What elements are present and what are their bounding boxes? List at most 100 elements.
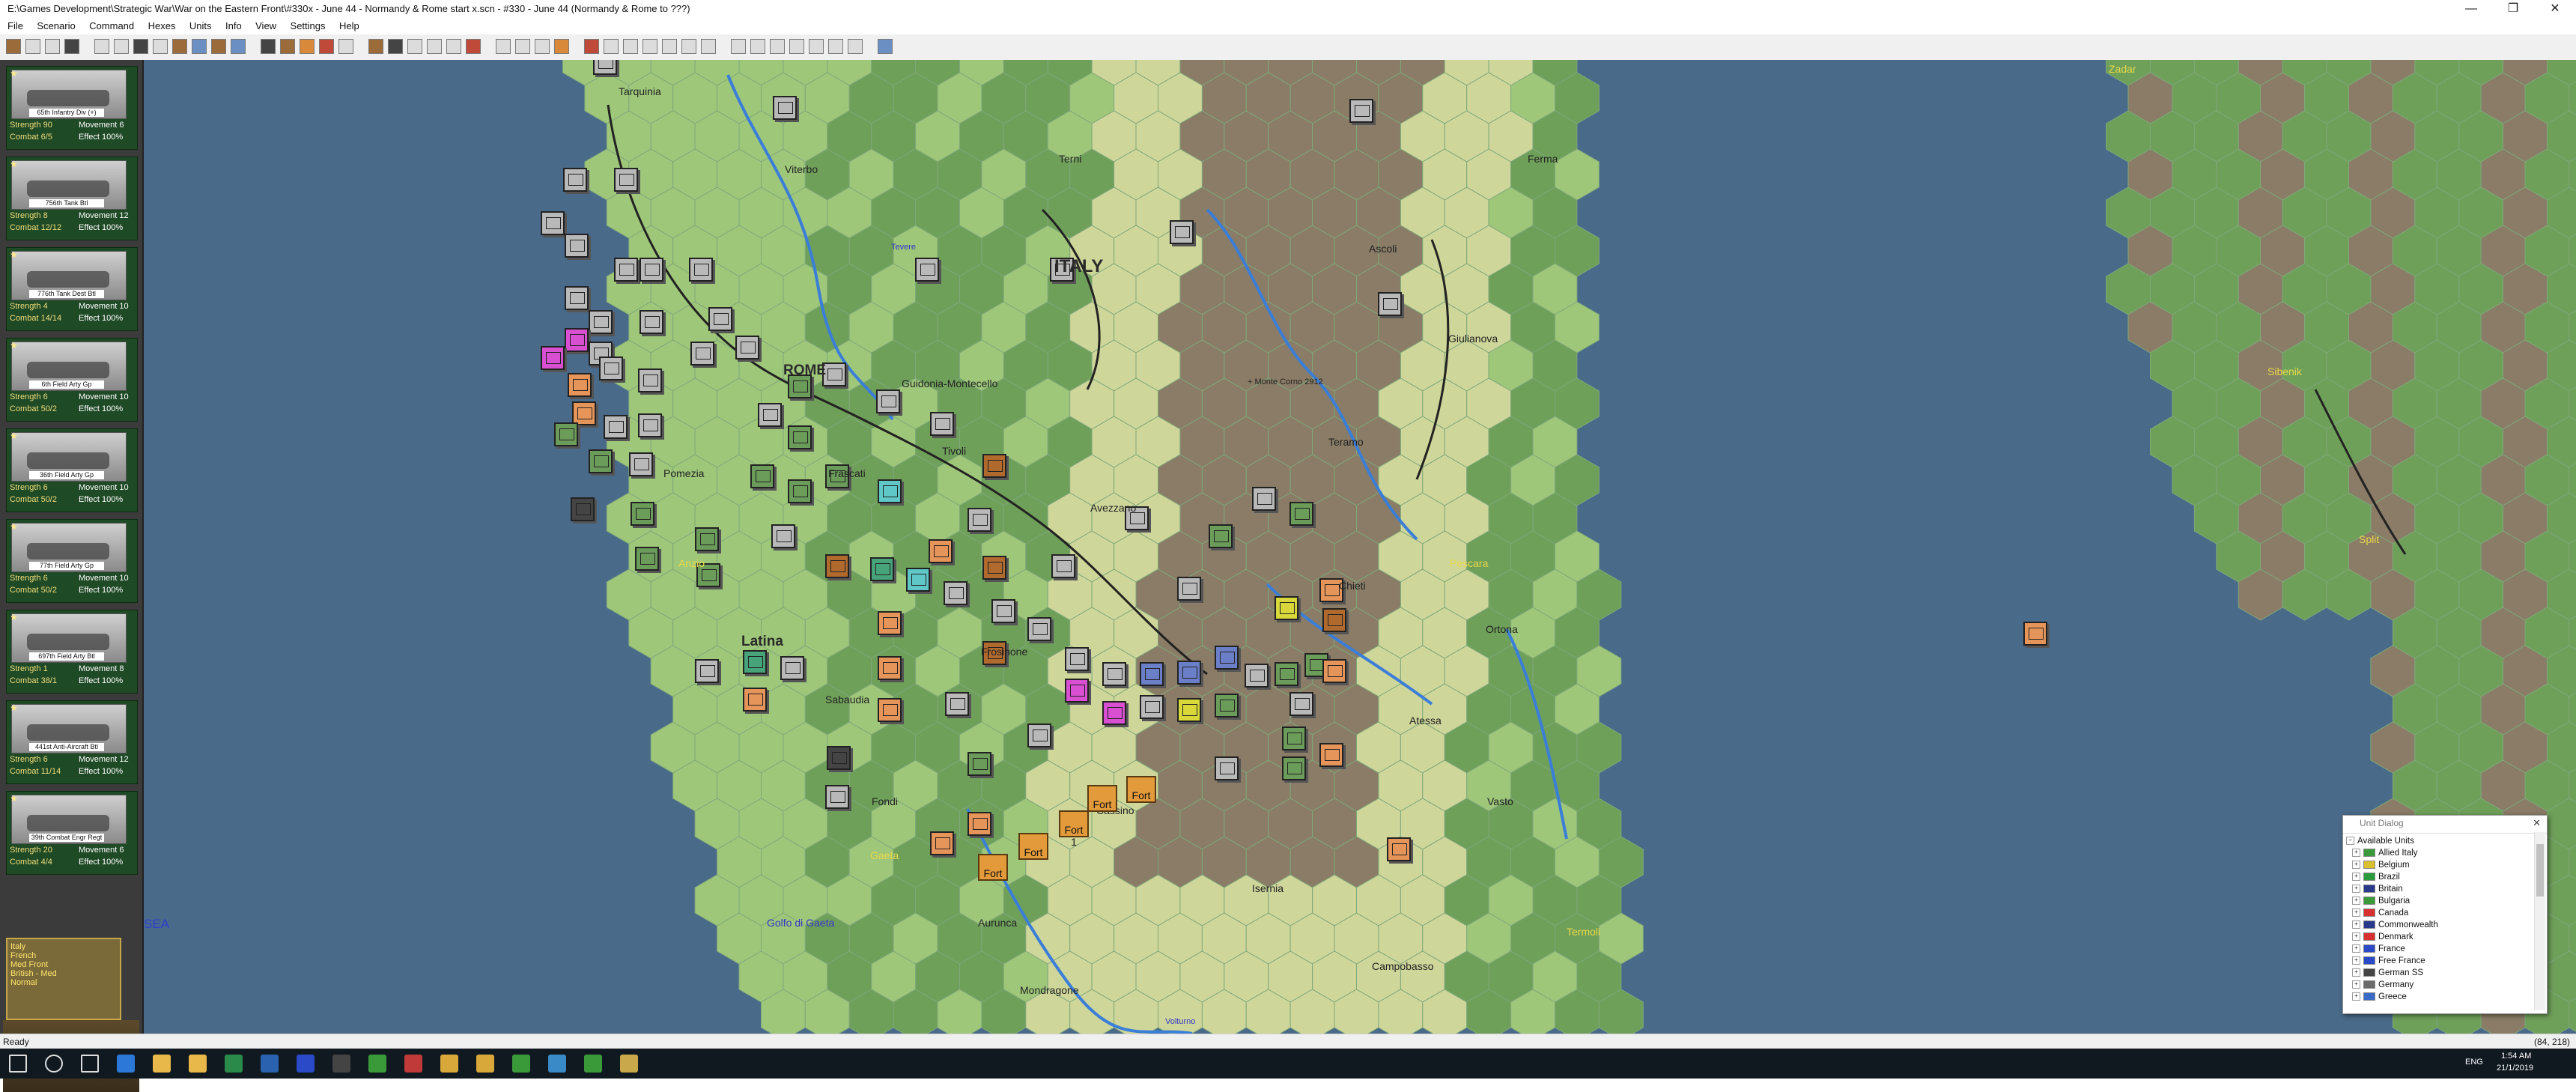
expand-icon[interactable]: +: [2352, 968, 2360, 977]
unit-counter[interactable]: [635, 547, 659, 571]
expand-icon[interactable]: +: [2352, 932, 2360, 941]
unit-counter[interactable]: [689, 258, 713, 282]
minimize-button[interactable]: —: [2450, 0, 2492, 18]
tree-item-nation[interactable]: +Denmark: [2346, 931, 2547, 943]
unit-counter[interactable]: [967, 508, 991, 532]
unit-counter[interactable]: [945, 692, 969, 716]
toolbar-button[interactable]: [338, 39, 353, 54]
toolbar-button[interactable]: [261, 39, 276, 54]
toolbar-button[interactable]: [446, 39, 461, 54]
unit-counter[interactable]: [614, 168, 638, 192]
explorer-icon[interactable]: [189, 1055, 207, 1073]
toolbar-button[interactable]: [604, 39, 619, 54]
toolbar-button[interactable]: [809, 39, 824, 54]
unit-counter[interactable]: [1065, 647, 1089, 671]
unit-counter[interactable]: [1209, 524, 1233, 548]
unit-counter[interactable]: [930, 831, 954, 855]
unit-counter[interactable]: [1177, 698, 1201, 722]
unit-card[interactable]: ★77th Field Arty GpStrength 6Movement 10…: [6, 519, 138, 603]
outlook-icon[interactable]: [261, 1055, 279, 1073]
expand-icon[interactable]: +: [2352, 992, 2360, 1001]
unit-counter[interactable]: [589, 449, 613, 473]
unit-counter[interactable]: [554, 422, 578, 446]
unit-counter[interactable]: [1245, 664, 1269, 688]
toolbar-button[interactable]: [584, 39, 599, 54]
menu-file[interactable]: File: [0, 18, 28, 31]
toolbar-button[interactable]: [496, 39, 511, 54]
tree-item-nation[interactable]: +Canada: [2346, 907, 2547, 919]
app-icon[interactable]: [332, 1055, 350, 1073]
unit-counter[interactable]: [1387, 837, 1411, 861]
app-icon[interactable]: [440, 1055, 458, 1073]
expand-icon[interactable]: +: [2352, 956, 2360, 965]
unit-counter[interactable]: [743, 688, 767, 712]
excel-icon[interactable]: [225, 1055, 243, 1073]
hex-map[interactable]: Tarquinia Viterbo Terni Ferma ITALY Asco…: [144, 60, 2576, 1034]
toolbar-button[interactable]: [211, 39, 226, 54]
tree-item-nation[interactable]: +Greece: [2346, 991, 2547, 1003]
toolbar-button[interactable]: [192, 39, 207, 54]
unit-counter[interactable]: [1349, 99, 1373, 123]
unit-counter[interactable]: [1177, 577, 1201, 601]
toolbar-button[interactable]: [848, 39, 863, 54]
unit-counter[interactable]: [944, 581, 967, 605]
tree-item-nation[interactable]: +Britain: [2346, 883, 2547, 895]
toolbar-button[interactable]: [25, 39, 40, 54]
unit-card[interactable]: ★697th Field Arty BtlStrength 1Movement …: [6, 610, 138, 694]
expand-icon[interactable]: +: [2352, 861, 2360, 869]
fort-marker[interactable]: Fort: [1087, 785, 1117, 812]
fort-marker[interactable]: Fort: [1018, 833, 1048, 860]
toolbar-button[interactable]: [789, 39, 804, 54]
unit-counter[interactable]: [1252, 487, 1276, 511]
unit-counter[interactable]: [1102, 662, 1126, 686]
unit-counter[interactable]: [565, 234, 589, 258]
menu-units[interactable]: Units: [184, 18, 217, 31]
expand-icon[interactable]: +: [2352, 849, 2360, 857]
unit-card[interactable]: ★776th Tank Dest BtlStrength 4Movement 1…: [6, 247, 138, 331]
unit-counter[interactable]: [1275, 596, 1298, 620]
unit-counter[interactable]: [614, 258, 638, 282]
app-icon[interactable]: [368, 1055, 386, 1073]
unit-counter[interactable]: [1289, 502, 1313, 526]
language-indicator[interactable]: ENG: [2465, 1058, 2483, 1067]
tree-root[interactable]: −Available Units: [2346, 835, 2547, 847]
chrome-icon[interactable]: [153, 1055, 171, 1073]
toolbar-button[interactable]: [114, 39, 129, 54]
toolbar-button[interactable]: [828, 39, 843, 54]
maximize-button[interactable]: ❐: [2492, 0, 2534, 18]
fort-marker[interactable]: Fort: [1126, 776, 1156, 803]
unit-counter[interactable]: [1322, 608, 1346, 632]
unit-counter[interactable]: [930, 412, 954, 436]
unit-counter[interactable]: [563, 168, 587, 192]
unit-counter[interactable]: [780, 656, 804, 680]
unit-counter[interactable]: [593, 60, 617, 75]
fort-marker[interactable]: Fort: [978, 854, 1008, 881]
unit-counter[interactable]: [735, 336, 759, 360]
unit-counter[interactable]: [870, 557, 894, 581]
unit-counter[interactable]: [929, 539, 953, 563]
tree-item-nation[interactable]: +Bulgaria: [2346, 895, 2547, 907]
unit-counter[interactable]: [1289, 692, 1313, 716]
unit-dialog[interactable]: Unit Dialog ✕ −Available Units +Allied I…: [2342, 815, 2548, 1014]
unit-counter[interactable]: [788, 425, 812, 449]
toolbar-button[interactable]: [133, 39, 148, 54]
tree-item-nation[interactable]: +Belgium: [2346, 859, 2547, 871]
app-icon[interactable]: [404, 1055, 422, 1073]
dialog-scrollbar[interactable]: [2534, 832, 2545, 1010]
menu-scenario[interactable]: Scenario: [31, 18, 80, 31]
unit-counter[interactable]: [571, 497, 595, 521]
unit-counter[interactable]: [915, 258, 939, 282]
toolbar-button[interactable]: [6, 39, 21, 54]
toolbar-button[interactable]: [662, 39, 677, 54]
toolbar-button[interactable]: [231, 39, 246, 54]
toolbar-button[interactable]: [319, 39, 334, 54]
unit-card[interactable]: ★756th Tank BtlStrength 8Movement 12Comb…: [6, 157, 138, 240]
clock-time[interactable]: 1:54 AM: [2501, 1052, 2531, 1061]
menu-command[interactable]: Command: [84, 18, 139, 31]
unit-counter[interactable]: [638, 368, 662, 392]
unit-counter[interactable]: [1051, 554, 1075, 578]
unit-dialog-close-icon[interactable]: ✕: [2533, 817, 2541, 829]
toolbar-button[interactable]: [554, 39, 569, 54]
expand-icon[interactable]: +: [2352, 944, 2360, 953]
toolbar-button[interactable]: [535, 39, 550, 54]
